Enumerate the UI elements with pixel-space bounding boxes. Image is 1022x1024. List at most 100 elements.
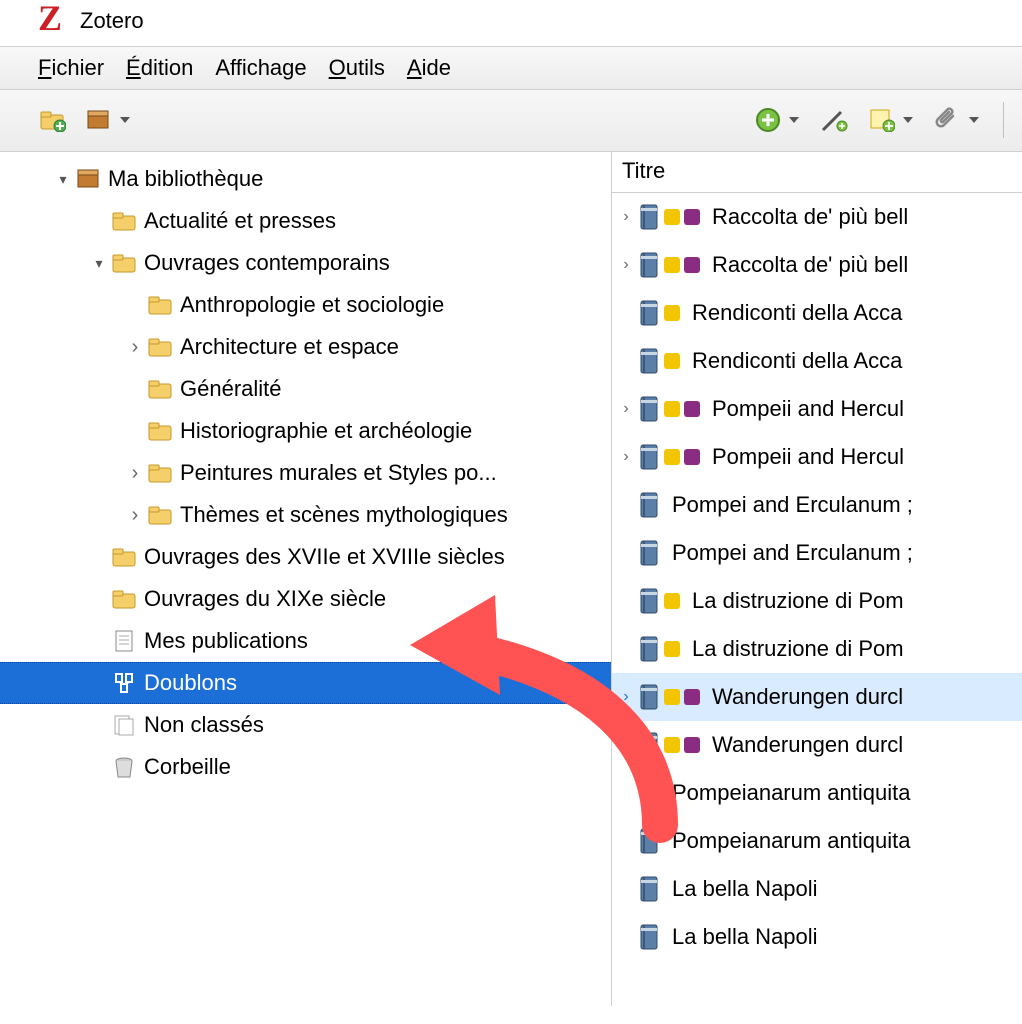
new-note-button[interactable] bbox=[865, 106, 917, 134]
tree-row[interactable]: ›Thèmes et scènes mythologiques bbox=[0, 494, 611, 536]
new-collection-button[interactable] bbox=[36, 106, 70, 134]
chevron-down-icon[interactable]: ▾ bbox=[90, 254, 108, 272]
chevron-right-icon[interactable]: › bbox=[126, 464, 144, 482]
menu-outils[interactable]: Outils bbox=[329, 55, 385, 81]
tag-purple-icon bbox=[684, 209, 700, 225]
item-row[interactable]: ›Pompeianarum antiquita bbox=[612, 817, 1022, 865]
chevron-right-icon[interactable]: › bbox=[616, 448, 636, 466]
tree-row[interactable]: Anthropologie et sociologie bbox=[0, 284, 611, 326]
item-row[interactable]: ›Raccolta de' più bell bbox=[612, 193, 1022, 241]
tree-label: Actualité et presses bbox=[144, 208, 336, 234]
tree-row[interactable]: Doublons bbox=[0, 662, 611, 704]
menu-aide[interactable]: Aide bbox=[407, 55, 451, 81]
tree-row[interactable]: Ouvrages des XVIIe et XVIIIe siècles bbox=[0, 536, 611, 578]
folder-icon bbox=[148, 503, 174, 527]
tree-label: Ouvrages des XVIIe et XVIIIe siècles bbox=[144, 544, 505, 570]
item-row[interactable]: › Pompeii and Hercul bbox=[612, 433, 1022, 481]
menu-edition[interactable]: Édition bbox=[126, 55, 193, 81]
book-icon bbox=[640, 780, 658, 806]
item-row[interactable]: › Wanderungen durcl bbox=[612, 673, 1022, 721]
tree-row[interactable]: Ouvrages du XIXe siècle bbox=[0, 578, 611, 620]
chevron-right-icon[interactable]: › bbox=[616, 688, 636, 706]
chevron-right-icon[interactable]: › bbox=[126, 338, 144, 356]
item-title: Raccolta de' più bell bbox=[712, 252, 908, 278]
tree-row[interactable]: ›Architecture et espace bbox=[0, 326, 611, 368]
new-library-button[interactable] bbox=[82, 106, 134, 134]
library-tree: ▾ Ma bibliothèque Actualité et presses▾O… bbox=[0, 152, 612, 1006]
tree-row[interactable]: Actualité et presses bbox=[0, 200, 611, 242]
item-row[interactable]: ›La bella Napoli bbox=[612, 865, 1022, 913]
tree-row[interactable]: Mes publications bbox=[0, 620, 611, 662]
item-title: Wanderungen durcl bbox=[712, 732, 903, 758]
tree-row[interactable]: ▾Ouvrages contemporains bbox=[0, 242, 611, 284]
item-row[interactable]: › Pompeii and Hercul bbox=[612, 385, 1022, 433]
item-row[interactable]: ›Pompeianarum antiquita bbox=[612, 769, 1022, 817]
tag-yellow-icon bbox=[664, 689, 680, 705]
tree-label: Ouvrages du XIXe siècle bbox=[144, 586, 386, 612]
book-icon bbox=[640, 828, 658, 854]
folder-icon bbox=[112, 587, 138, 611]
tree-row[interactable]: Généralité bbox=[0, 368, 611, 410]
book-icon bbox=[640, 588, 658, 614]
trash-icon bbox=[112, 755, 138, 779]
duplicates-icon bbox=[112, 671, 138, 695]
tree-row-library[interactable]: ▾ Ma bibliothèque bbox=[0, 158, 611, 200]
folder-icon bbox=[148, 293, 174, 317]
tree-row[interactable]: › Peintures murales et Styles po... bbox=[0, 452, 611, 494]
folder-icon bbox=[112, 209, 138, 233]
item-row[interactable]: ›Pompei and Erculanum ; bbox=[612, 529, 1022, 577]
paperclip-icon bbox=[933, 106, 961, 134]
chevron-right-icon[interactable]: › bbox=[126, 506, 144, 524]
tree-label: Corbeille bbox=[144, 754, 231, 780]
item-row[interactable]: › Raccolta de' più bell bbox=[612, 241, 1022, 289]
tag-yellow-icon bbox=[664, 209, 680, 225]
note-plus-icon bbox=[869, 108, 895, 132]
book-icon bbox=[640, 636, 658, 662]
tree-label: Mes publications bbox=[144, 628, 308, 654]
folder-icon bbox=[112, 545, 138, 569]
chevron-down-icon[interactable]: ▾ bbox=[54, 170, 72, 188]
item-title: Pompeii and Hercul bbox=[712, 444, 904, 470]
book-icon bbox=[640, 204, 658, 230]
title-bar: Z Zotero bbox=[0, 0, 1022, 46]
tree-row[interactable]: Historiographie et archéologie bbox=[0, 410, 611, 452]
chevron-right-icon[interactable]: › bbox=[616, 208, 636, 226]
folder-icon bbox=[148, 377, 174, 401]
chevron-right-icon[interactable]: › bbox=[616, 256, 636, 274]
menu-fichier[interactable]: Fichier bbox=[38, 55, 104, 81]
item-title: Wanderungen durcl bbox=[712, 684, 903, 710]
item-row[interactable]: ›La bella Napoli bbox=[612, 913, 1022, 961]
book-icon bbox=[640, 540, 658, 566]
item-list-pane: Titre ›Raccolta de' più bell›Raccolta de… bbox=[612, 152, 1022, 1006]
caret-down-icon bbox=[789, 117, 799, 123]
attach-button[interactable] bbox=[929, 104, 983, 136]
column-header-title[interactable]: Titre bbox=[612, 152, 1022, 193]
book-icon bbox=[640, 492, 658, 518]
item-row[interactable]: ›La distruzione di Pom bbox=[612, 577, 1022, 625]
menu-affichage[interactable]: Affichage bbox=[215, 55, 306, 81]
new-item-button[interactable] bbox=[751, 105, 803, 135]
book-icon bbox=[640, 252, 658, 278]
item-row[interactable]: ›Pompei and Erculanum ; bbox=[612, 481, 1022, 529]
item-row[interactable]: ›Wanderungen durcl bbox=[612, 721, 1022, 769]
tree-label: Historiographie et archéologie bbox=[180, 418, 472, 444]
book-icon bbox=[640, 444, 658, 470]
item-title: Pompei and Erculanum ; bbox=[672, 540, 913, 566]
chevron-right-icon[interactable]: › bbox=[616, 400, 636, 418]
item-title: Pompeianarum antiquita bbox=[672, 828, 910, 854]
tree-row[interactable]: Non classés bbox=[0, 704, 611, 746]
tag-yellow-icon bbox=[664, 401, 680, 417]
menu-bar: Fichier Édition Affichage Outils Aide bbox=[0, 46, 1022, 90]
tree-label: Peintures murales et Styles po... bbox=[180, 460, 497, 486]
add-green-icon bbox=[755, 107, 781, 133]
tag-purple-icon bbox=[684, 689, 700, 705]
document-icon bbox=[112, 629, 138, 653]
tree-row[interactable]: Corbeille bbox=[0, 746, 611, 788]
wand-button[interactable] bbox=[815, 104, 853, 136]
tag-yellow-icon bbox=[664, 737, 680, 753]
item-row[interactable]: ›Rendiconti della Acca bbox=[612, 289, 1022, 337]
item-row[interactable]: ›La distruzione di Pom bbox=[612, 625, 1022, 673]
item-title: Pompeii and Hercul bbox=[712, 396, 904, 422]
item-row[interactable]: ›Rendiconti della Acca bbox=[612, 337, 1022, 385]
folder-icon bbox=[112, 251, 138, 275]
